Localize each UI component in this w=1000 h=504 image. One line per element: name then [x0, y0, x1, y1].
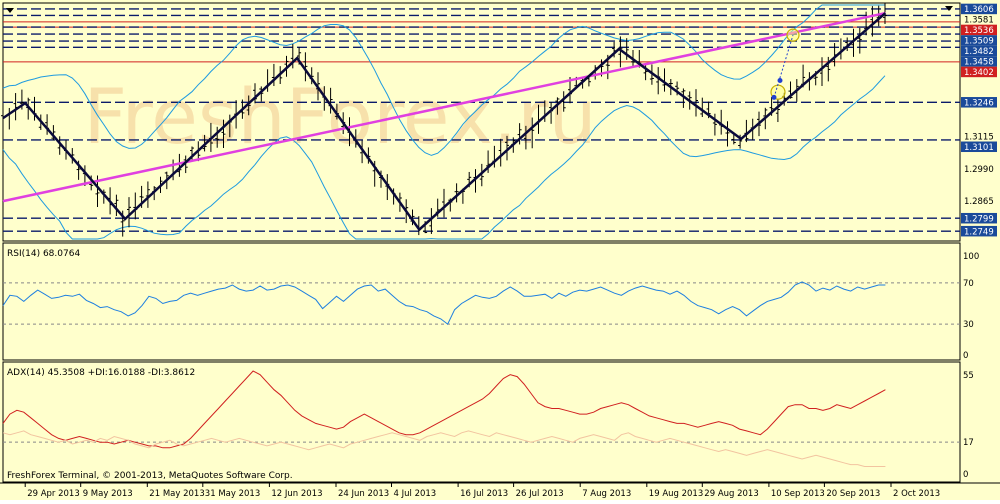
price-axis-tick-label: 1.3246 [964, 98, 994, 108]
price-axis-tick-label: 1.3509 [964, 37, 994, 47]
x-axis-tick-label: 19 Aug 2013 [649, 489, 703, 499]
x-axis-tick-label: 7 Aug 2013 [582, 489, 631, 499]
x-axis-tick-label: 10 Sep 2013 [771, 489, 825, 499]
price-axis-tick-label: 1.3101 [964, 143, 994, 153]
price-axis-tick-label: 1.3482 [964, 47, 994, 57]
x-axis-tick-label: 21 May 2013 [149, 489, 204, 499]
indicator-tick-label: 17 [963, 438, 974, 448]
rsi-title: RSI(14) 68.0764 [7, 249, 80, 259]
x-axis-tick-label: 2 Oct 2013 [893, 489, 940, 499]
x-axis-tick-label: 9 May 2013 [83, 489, 133, 499]
price-axis-tick-label: 1.2749 [964, 227, 994, 237]
price-axis-tick-label: 1.2865 [964, 197, 994, 207]
copyright-text: FreshForex Terminal, © 2001-2013, MetaQu… [7, 471, 293, 481]
price-axis-tick-label: 1.3402 [964, 68, 994, 78]
x-axis-tick-label: 16 Jul 2013 [460, 489, 508, 499]
price-axis-tick-label: 1.2799 [964, 214, 994, 224]
price-axis-tick-label: 1.3606 [964, 5, 994, 15]
indicator-tick-label: 0 [963, 470, 968, 480]
x-axis-tick-label: 4 Jul 2013 [394, 489, 437, 499]
price-axis-tick-label: 1.3536 [964, 26, 994, 36]
indicator-tick-label: 0 [963, 351, 968, 361]
chart-root: FreshForex.ru 1.3606 1.3581 1.3536 1.3509 1.… [0, 0, 1000, 500]
x-axis-tick-label: 26 Jul 2013 [516, 489, 564, 499]
price-axis-tick-label: 1.3115 [964, 132, 994, 142]
trade-marker-dot [777, 78, 783, 84]
price-axis-tick-label: 1.3581 [964, 16, 994, 26]
x-axis-tick-label: 29 Apr 2013 [27, 489, 80, 499]
adx-title: ADX(14) 45.3508 +DI:16.0188 -DI:3.8612 [7, 368, 195, 378]
trade-marker-dot [771, 94, 777, 100]
indicator-tick-label: 70 [963, 279, 974, 289]
indicator-tick-label: 55 [963, 371, 974, 381]
x-axis-tick-label: 24 Jun 2013 [338, 489, 389, 499]
x-axis-tick-label: 12 Jun 2013 [271, 489, 322, 499]
x-axis-tick-label: 31 May 2013 [205, 489, 260, 499]
indicator-tick-label: 100 [963, 252, 979, 262]
price-axis-tick-label: 1.2990 [964, 165, 994, 175]
x-axis-tick-label: 29 Aug 2013 [704, 489, 758, 499]
price-axis-tick-label: 1.3458 [964, 58, 994, 68]
chart-svg: FreshForex.ru 1.36061.35811.35361.35091.… [0, 0, 1000, 500]
indicator-tick-label: 30 [963, 320, 974, 330]
x-axis-tick-label: 20 Sep 2013 [826, 489, 880, 499]
